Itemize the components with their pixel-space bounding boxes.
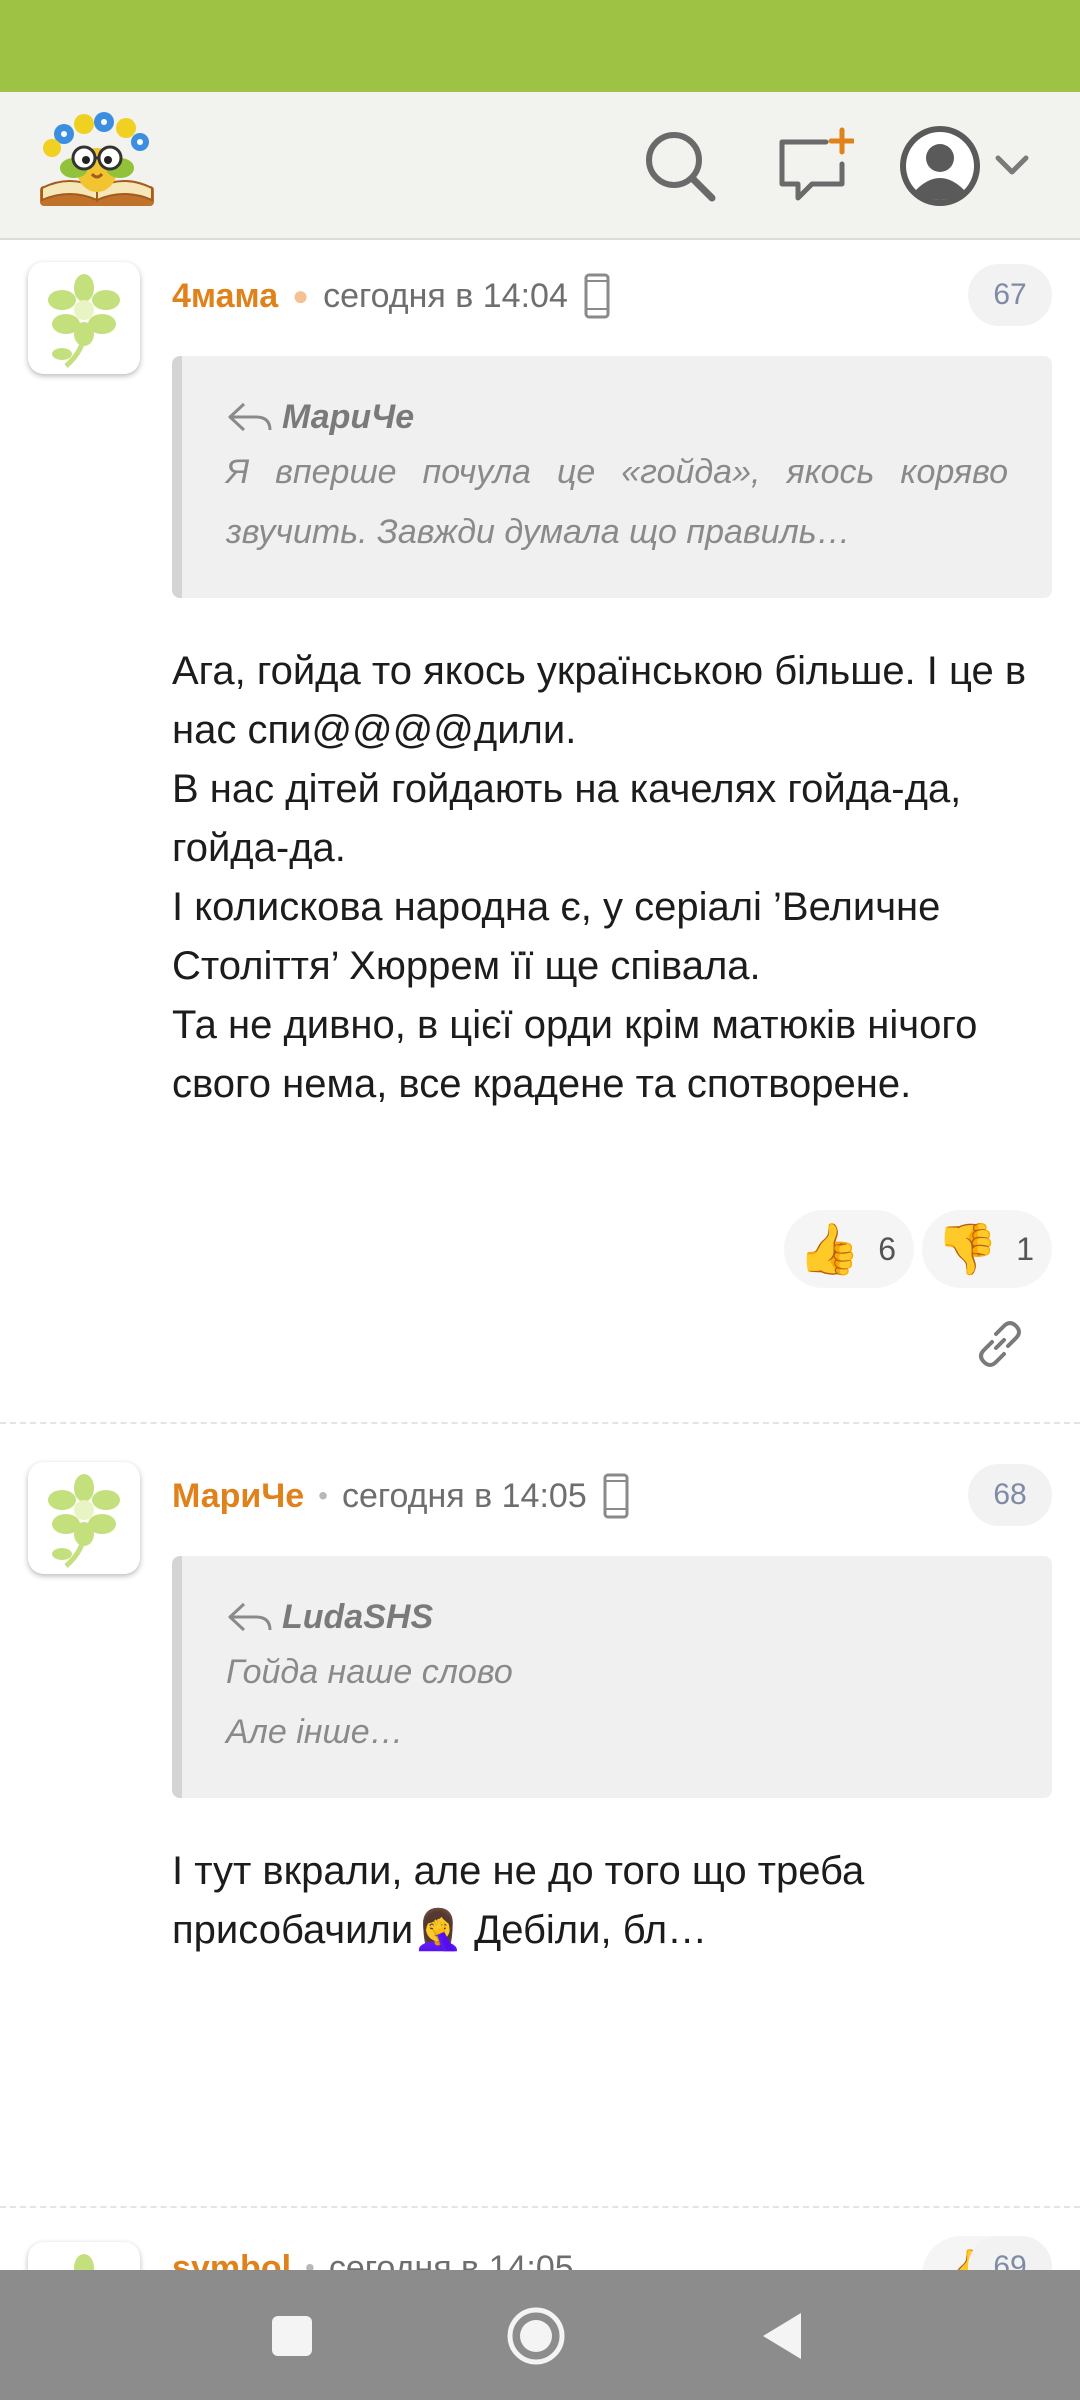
comment-divider xyxy=(0,1422,1080,1424)
dislike-button[interactable]: 👎 1 xyxy=(922,1210,1052,1288)
comment-header: symbol • сегодня в 14:05 xyxy=(172,2238,574,2271)
like-count: 6 xyxy=(878,1230,897,1267)
quote-text: Я вперше почула це «гойда», якось коряво… xyxy=(226,453,1008,551)
comment-paragraph: В нас дітей гойдають на качелях гойда-да… xyxy=(172,767,962,870)
comment-divider xyxy=(0,2206,1080,2208)
comment-body: І тут вкрали, але не до того що треба пр… xyxy=(172,1842,1052,1960)
comment-body: Ага, гойда то якось українською більше. … xyxy=(172,642,1052,1114)
comment-paragraph: Ага, гойда то якось українською більше. … xyxy=(172,649,1027,752)
comment-author[interactable]: 4мама xyxy=(172,277,278,316)
mobile-icon xyxy=(584,273,610,319)
search-icon[interactable] xyxy=(638,124,722,208)
comment-number[interactable]: 69 xyxy=(968,2236,1052,2270)
comment-number[interactable]: 67 xyxy=(968,264,1052,326)
comment-paragraph: Та не дивно, в цієї орди крім матюків ні… xyxy=(172,1003,978,1106)
quote-author: МариЧе xyxy=(282,397,415,436)
avatar[interactable] xyxy=(28,262,140,374)
like-button[interactable]: 👍 6 xyxy=(784,1210,914,1288)
user-menu[interactable] xyxy=(898,118,1038,214)
reply-arrow-icon xyxy=(228,402,272,432)
comment-text-tail: Дебіли, бл… xyxy=(462,1908,708,1952)
quote-block[interactable]: МариЧе Я вперше почула це «гойда», якось… xyxy=(172,356,1052,598)
square-recents-icon[interactable] xyxy=(256,2300,328,2372)
app-header xyxy=(0,92,1080,240)
facepalm-emoji: 🤦‍♀️ xyxy=(413,1908,463,1952)
permalink-icon[interactable] xyxy=(972,1316,1028,1372)
comment-time: сегодня в 14:05 xyxy=(328,2248,574,2271)
comment-author[interactable]: МариЧе xyxy=(172,1477,304,1516)
avatar[interactable] xyxy=(28,1462,140,1574)
quote-line: Але інше… xyxy=(226,1713,404,1751)
comment-time: сегодня в 14:05 xyxy=(341,1476,587,1515)
comment-header: МариЧе • сегодня в 14:05 xyxy=(172,1466,629,1526)
online-dot: ● xyxy=(292,280,310,311)
avatar[interactable] xyxy=(28,2242,140,2270)
new-post-icon[interactable] xyxy=(770,124,856,208)
comment-paragraph: І колискова народна є, у серіалі ’Величн… xyxy=(172,885,941,988)
circle-home-icon[interactable] xyxy=(500,2300,572,2372)
comment-number[interactable]: 68 xyxy=(968,1464,1052,1526)
separator-dot: • xyxy=(318,1480,328,1511)
site-logo[interactable] xyxy=(34,108,160,224)
status-bar xyxy=(0,0,1080,92)
quote-author: LudaSHS xyxy=(282,1597,434,1636)
separator-dot: • xyxy=(305,2252,315,2270)
quote-author-row: МариЧе xyxy=(226,392,1008,442)
mobile-icon xyxy=(603,1473,629,1519)
triangle-back-icon[interactable] xyxy=(746,2300,818,2372)
dislike-count: 1 xyxy=(1016,1230,1035,1267)
thumbs-down-icon: 👎 xyxy=(936,1221,999,1277)
thumbs-up-icon: 👍 xyxy=(798,1221,861,1277)
comment-author[interactable]: symbol xyxy=(172,2249,291,2271)
quote-line: Гойда наше слово xyxy=(226,1653,513,1691)
quote-block[interactable]: LudaSHS Гойда наше слово Але інше… xyxy=(172,1556,1052,1798)
comment-feed: 4мама ● сегодня в 14:04 67 МариЧе Я впер… xyxy=(0,242,1080,2270)
comment-time: сегодня в 14:04 xyxy=(323,276,568,315)
reply-arrow-icon xyxy=(228,1602,272,1632)
quote-author-row: LudaSHS xyxy=(226,1592,1008,1642)
system-nav-bar xyxy=(0,2270,1080,2400)
comment-header: 4мама ● сегодня в 14:04 xyxy=(172,266,610,326)
